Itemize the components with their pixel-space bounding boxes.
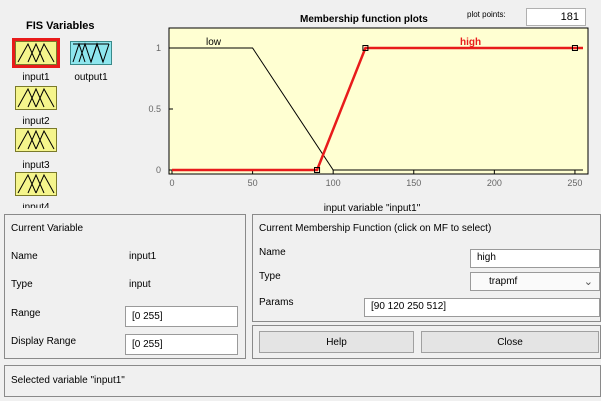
y-tick-label: 1 — [156, 43, 161, 53]
help-button[interactable]: Help — [259, 331, 414, 353]
current-variable-panel: Current Variable Name input1 Type input … — [4, 214, 246, 359]
input4-label: input4 — [11, 203, 61, 208]
y-tick-label: 0.5 — [148, 104, 161, 114]
input3-variable-icon[interactable] — [15, 128, 57, 152]
variable-name-value: input1 — [129, 251, 157, 262]
input3-label: input3 — [22, 160, 50, 171]
x-tick-label: 100 — [326, 178, 341, 188]
membership-function-plot[interactable]: 1 0.5 0 0 50 100 150 200 250 low high input var… — [140, 24, 600, 214]
mf-shape-icon — [17, 42, 55, 63]
plot-points-label: plot points: — [467, 10, 506, 19]
variable-type-label: Type — [11, 279, 33, 290]
mf-label-low[interactable]: low — [206, 37, 222, 48]
mf-type-selected-value: trapmf — [489, 276, 518, 287]
y-tick-label: 0 — [156, 165, 161, 175]
input2-label: input2 — [22, 116, 50, 127]
fis-variables-title: FIS Variables — [26, 20, 95, 32]
x-axis-label: input variable "input1" — [324, 203, 421, 214]
mf-shape-icon — [17, 173, 55, 194]
mf-shape-icon — [17, 129, 55, 150]
output1-label: output1 — [74, 72, 108, 83]
display-range-label: Display Range — [11, 336, 77, 347]
close-button[interactable]: Close — [421, 331, 599, 353]
variable-name-label: Name — [11, 251, 38, 262]
button-bar: Help Close — [252, 325, 601, 359]
mf-type-select[interactable]: trapmf ⌄ — [470, 272, 600, 291]
x-tick-label: 200 — [487, 178, 502, 188]
current-mf-header: Current Membership Function (click on MF… — [259, 223, 492, 234]
x-tick-label: 250 — [567, 178, 582, 188]
mf-params-input[interactable] — [364, 298, 600, 317]
mf-label-high[interactable]: high — [460, 37, 481, 48]
range-label: Range — [11, 308, 41, 319]
mf-shape-icon — [17, 87, 55, 108]
status-text: Selected variable "input1" — [11, 375, 125, 386]
input1-variable-icon[interactable] — [12, 38, 60, 68]
variable-type-value: input — [129, 279, 151, 290]
x-tick-label: 50 — [248, 178, 258, 188]
x-tick-label: 150 — [406, 178, 421, 188]
output1-variable-icon[interactable] — [70, 41, 112, 65]
mf-params-label: Params — [259, 297, 294, 308]
input4-variable-icon[interactable] — [15, 172, 57, 196]
plot-area — [168, 27, 589, 175]
mf-name-label: Name — [259, 247, 286, 258]
mf-name-input[interactable] — [470, 249, 600, 268]
x-tick-label: 0 — [169, 178, 174, 188]
display-range-input[interactable] — [125, 334, 238, 355]
mf-shape-icon — [72, 42, 110, 64]
status-bar: Selected variable "input1" — [4, 365, 601, 397]
range-input[interactable] — [125, 306, 238, 327]
mf-type-label: Type — [259, 271, 281, 282]
current-mf-panel: Current Membership Function (click on MF… — [252, 214, 601, 322]
current-variable-header: Current Variable — [11, 223, 84, 234]
input1-label: input1 — [22, 72, 50, 83]
input2-variable-icon[interactable] — [15, 86, 57, 110]
chevron-down-icon: ⌄ — [583, 276, 593, 288]
